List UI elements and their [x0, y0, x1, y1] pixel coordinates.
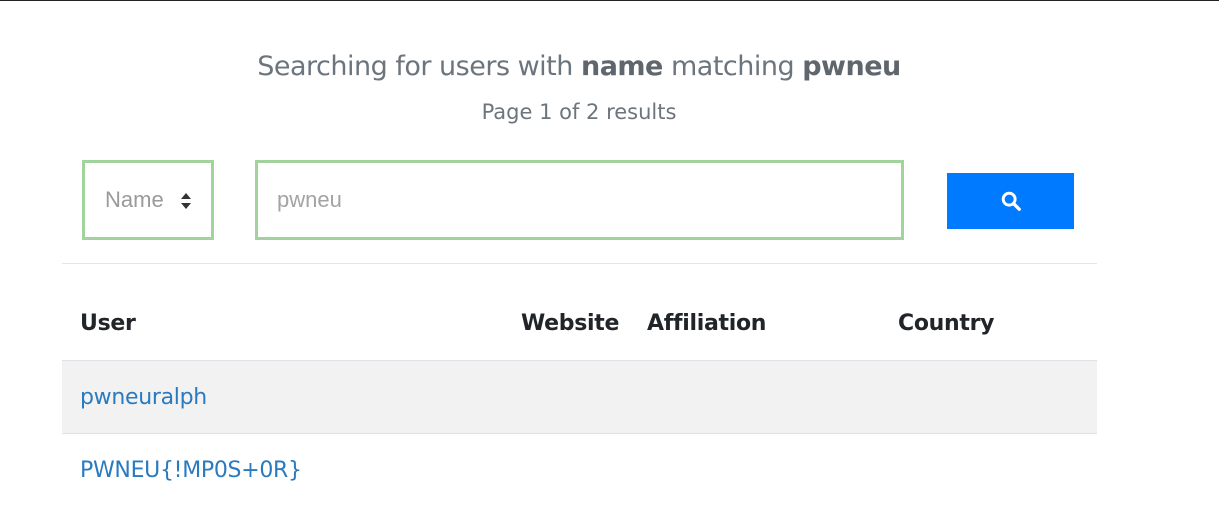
heading-query: pwneu [802, 51, 901, 82]
heading-prefix: Searching for users with [257, 51, 573, 82]
search-heading: Searching for users with name matching p… [0, 51, 1158, 82]
table-row: PWNEU{!MP0S+0R} [62, 433, 1097, 507]
column-header-user: User [80, 311, 136, 336]
column-header-country: Country [898, 311, 995, 336]
search-field-select[interactable]: Name [82, 160, 214, 240]
divider [62, 263, 1097, 264]
page-info: Page 1 of 2 results [481, 100, 677, 124]
search-input[interactable]: pwneu [255, 160, 904, 240]
user-link[interactable]: pwneuralph [80, 385, 207, 410]
search-input-value: pwneu [277, 187, 342, 212]
heading-middle: matching [670, 51, 795, 82]
table-row: pwneuralph [62, 360, 1097, 434]
user-link[interactable]: PWNEU{!MP0S+0R} [80, 458, 302, 483]
column-header-website: Website [521, 311, 620, 336]
select-arrows-icon [181, 193, 191, 209]
column-header-affiliation: Affiliation [647, 311, 767, 336]
heading-field: name [580, 51, 663, 82]
search-field-value: Name [105, 187, 164, 212]
search-icon [1001, 191, 1021, 211]
search-button[interactable] [947, 173, 1074, 229]
